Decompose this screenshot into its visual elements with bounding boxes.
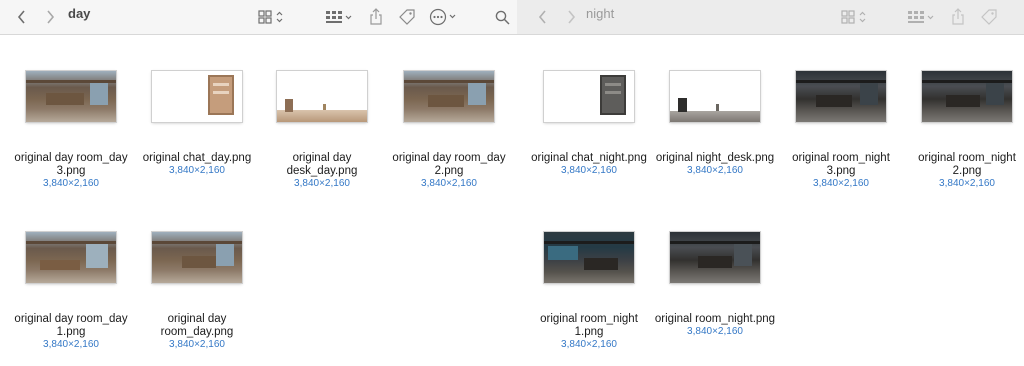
file-name: original room_night 1.png (540, 313, 638, 338)
file-dimensions: 3,840×2,160 (687, 326, 743, 337)
file-thumbnail (796, 71, 886, 122)
file-name: original day room_day 1.png (14, 313, 128, 338)
file-item[interactable]: original room_night 3.png 3,840×2,160 (778, 71, 904, 190)
file-thumbnail (404, 71, 494, 122)
file-item[interactable]: original chat_night.png 3,840×2,160 (526, 71, 652, 177)
file-thumbnail (922, 71, 1012, 122)
file-name: original room_night.png (654, 313, 776, 325)
file-dimensions: 3,840×2,160 (169, 165, 225, 176)
file-name: original room_night 2.png (918, 152, 1016, 177)
share-icon[interactable] (948, 0, 968, 34)
file-item[interactable]: original night_desk.png 3,840×2,160 (652, 71, 778, 177)
file-thumbnail (26, 71, 116, 122)
file-dimensions: 3,840×2,160 (43, 178, 99, 189)
file-item[interactable]: original day desk_day.png 3,840×2,160 (259, 71, 385, 190)
file-name: original night_desk.png (655, 152, 775, 164)
file-dimensions: 3,840×2,160 (687, 165, 743, 176)
window-title: night (586, 6, 615, 21)
file-item[interactable]: original room_night 2.png 3,840×2,160 (904, 71, 1024, 190)
file-item[interactable]: original room_night 1.png 3,840×2,160 (526, 232, 652, 351)
file-thumbnail (277, 71, 367, 122)
toolbar: night (517, 0, 1024, 35)
file-dimensions: 3,840×2,160 (561, 165, 617, 176)
file-name: original room_night 3.png (792, 152, 890, 177)
file-item[interactable]: original chat_day.png 3,840×2,160 (134, 71, 260, 177)
toolbar: day (0, 0, 517, 35)
forward-icon[interactable] (40, 0, 60, 34)
file-thumbnail (670, 71, 760, 122)
tag-icon[interactable] (396, 0, 418, 34)
file-dimensions: 3,840×2,160 (939, 178, 995, 189)
finder-window-day: day original day room_day 3.png 3,840×2,… (0, 0, 517, 366)
file-item[interactable]: original day room_day 2.png 3,840×2,160 (386, 71, 512, 190)
file-thumbnail (544, 71, 634, 122)
file-name: original chat_night.png (531, 152, 647, 164)
file-name: original day desk_day.png (286, 152, 358, 177)
file-name: original chat_day.png (142, 152, 252, 164)
group-by-icon[interactable] (906, 0, 936, 34)
file-thumbnail (26, 232, 116, 283)
back-icon[interactable] (533, 0, 553, 34)
file-name: original day room_day.png (160, 313, 234, 338)
file-dimensions: 3,840×2,160 (421, 178, 477, 189)
back-icon[interactable] (12, 0, 32, 34)
share-icon[interactable] (366, 0, 386, 34)
finder-window-night: night original chat_night.png 3,840×2,16… (517, 0, 1024, 366)
file-dimensions: 3,840×2,160 (169, 339, 225, 350)
tag-icon[interactable] (978, 0, 1000, 34)
forward-icon[interactable] (561, 0, 581, 34)
icon-view-icon[interactable] (255, 0, 287, 34)
icon-view-icon[interactable] (838, 0, 870, 34)
file-name: original day room_day 3.png (14, 152, 128, 177)
file-thumbnail (670, 232, 760, 283)
file-item[interactable]: original day room_day 3.png 3,840×2,160 (8, 71, 134, 190)
group-by-icon[interactable] (324, 0, 354, 34)
search-icon[interactable] (492, 0, 512, 34)
file-dimensions: 3,840×2,160 (813, 178, 869, 189)
file-item[interactable]: original room_night.png 3,840×2,160 (652, 232, 778, 338)
file-dimensions: 3,840×2,160 (43, 339, 99, 350)
file-dimensions: 3,840×2,160 (294, 178, 350, 189)
file-dimensions: 3,840×2,160 (561, 339, 617, 350)
file-thumbnail (152, 71, 242, 122)
file-name: original day room_day 2.png (392, 152, 506, 177)
file-thumbnail (544, 232, 634, 283)
file-item[interactable]: original day room_day 1.png 3,840×2,160 (8, 232, 134, 351)
file-item[interactable]: original day room_day.png 3,840×2,160 (134, 232, 260, 351)
window-title: day (68, 6, 91, 21)
more-actions-icon[interactable] (428, 0, 460, 34)
file-thumbnail (152, 232, 242, 283)
